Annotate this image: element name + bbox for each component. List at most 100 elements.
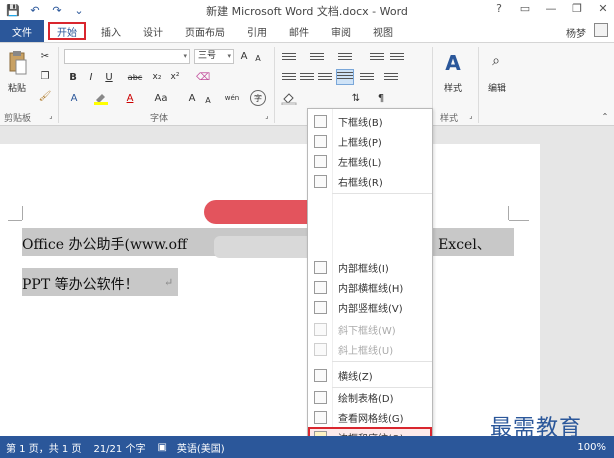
page-count[interactable]: 第 1 页，共 1 页 — [6, 440, 81, 455]
align-center-icon[interactable] — [300, 71, 314, 83]
strikethrough-button[interactable]: abc — [124, 70, 146, 84]
doc-line-2: PPT 等办公软件！ — [22, 277, 139, 293]
document-page[interactable]: Office 办公助手(www.off ord、Excel、 PPT 等办公软件… — [0, 144, 540, 436]
shrink-font-button[interactable]: A — [252, 51, 264, 65]
menu-inside-vertical[interactable]: 内部竖框线(V) — [308, 297, 432, 317]
inside-borders-icon — [314, 260, 327, 274]
shrink-font-button-2[interactable]: A — [202, 93, 214, 107]
line-spacing-icon[interactable] — [384, 71, 398, 83]
title-bar: 💾 ↶ ↷ ⌄ 新建 Microsoft Word 文档.docx - Word… — [0, 0, 614, 20]
highlight-icon[interactable] — [92, 91, 110, 105]
increase-indent-icon[interactable] — [390, 51, 404, 63]
redo-icon[interactable]: ↷ — [50, 3, 64, 17]
save-icon[interactable]: 💾 — [6, 3, 20, 17]
close-button[interactable]: ✕ — [596, 2, 610, 15]
enclose-char-button[interactable]: 字 — [250, 90, 266, 106]
editing-button[interactable]: 编辑 — [484, 81, 510, 94]
styles-group-label: 样式 — [440, 114, 459, 124]
clipboard-launcher-icon[interactable]: ⌟ — [46, 111, 56, 121]
font-size-select[interactable]: 三号 ▾ — [194, 49, 234, 64]
sort-icon[interactable]: ⇅ — [346, 90, 366, 106]
menu-item-label: 绘制表格(D) — [338, 393, 394, 405]
font-color-button[interactable]: A — [122, 91, 138, 105]
paragraph-mark: ↵ — [164, 276, 174, 289]
styles-gallery-icon[interactable]: A — [442, 49, 464, 77]
tab-review[interactable]: 审阅 — [320, 20, 362, 42]
subscript-button[interactable]: x₂ — [150, 70, 164, 84]
clear-format-icon[interactable]: ⌫ — [196, 70, 210, 84]
menu-horizontal-line[interactable]: 横线(Z) — [308, 365, 432, 385]
help-button[interactable]: ? — [492, 2, 506, 15]
menu-inside-borders[interactable]: 内部框线(I) — [308, 257, 432, 277]
menu-view-gridlines[interactable]: 查看网格线(G) — [308, 407, 432, 427]
inside-vertical-icon — [314, 300, 327, 314]
bullets-icon[interactable] — [282, 51, 296, 63]
menu-item-label: 内部框线(I) — [338, 263, 389, 275]
styles-launcher-icon[interactable]: ⌟ — [466, 111, 476, 121]
align-left-icon[interactable] — [282, 71, 296, 83]
superscript-button[interactable]: x² — [168, 70, 182, 84]
language-status[interactable]: 英语(美国) — [177, 440, 225, 455]
binoculars-icon[interactable]: ⌕ — [486, 51, 506, 71]
change-case-button[interactable]: Aa — [150, 91, 172, 105]
menu-top-border[interactable]: 上框线(P) — [308, 131, 432, 151]
zoom-level[interactable]: 100% — [577, 442, 606, 453]
bold-button[interactable]: B — [66, 70, 80, 84]
minimize-button[interactable]: — — [544, 2, 558, 15]
tab-view[interactable]: 视图 — [362, 20, 404, 42]
underline-button[interactable]: U — [102, 70, 116, 84]
ribbon-tabs: 文件 开始 插入 设计 页面布局 引用 邮件 审阅 视图 杨梦 — [0, 20, 614, 42]
grow-font-button-2[interactable]: A — [186, 91, 198, 105]
italic-button[interactable]: I — [84, 70, 98, 84]
restore-button[interactable]: ❐ — [570, 2, 584, 15]
word-count[interactable]: 21/21 个字 — [93, 440, 145, 455]
menu-item-label: 内部竖框线(V) — [338, 303, 403, 315]
shading-icon[interactable] — [280, 90, 298, 106]
phonetic-guide-button[interactable]: wén — [222, 91, 242, 105]
tab-layout[interactable]: 页面布局 — [174, 20, 236, 42]
undo-icon[interactable]: ↶ — [28, 3, 42, 17]
styles-button[interactable]: 样式 — [440, 81, 466, 94]
font-launcher-icon[interactable]: ⌟ — [262, 111, 272, 121]
tab-insert[interactable]: 插入 — [90, 20, 132, 42]
menu-left-border[interactable]: 左框线(L) — [308, 151, 432, 171]
decrease-indent-icon[interactable] — [370, 51, 384, 63]
copy-icon[interactable]: ❐ — [38, 69, 52, 83]
horizontal-line-icon — [314, 368, 327, 382]
format-painter-icon[interactable]: 🖌 — [38, 89, 52, 103]
grow-font-button[interactable]: A — [238, 49, 250, 63]
ribbon-display-button[interactable]: ▭ — [518, 2, 532, 15]
show-marks-icon[interactable]: ¶ — [374, 90, 388, 106]
menu-draw-table[interactable]: 绘制表格(D) — [308, 387, 432, 407]
tab-file[interactable]: 文件 — [0, 20, 44, 42]
numbering-icon[interactable] — [310, 51, 324, 63]
multilevel-list-icon[interactable] — [338, 51, 352, 63]
menu-bottom-border[interactable]: 下框线(B) — [308, 111, 432, 131]
draw-table-icon — [314, 390, 327, 404]
menu-right-border[interactable]: 右框线(R) — [308, 171, 432, 191]
paste-button[interactable]: 粘贴 — [4, 81, 30, 94]
proofing-icon[interactable]: ▣ — [157, 442, 166, 453]
align-right-icon[interactable] — [318, 71, 332, 83]
paste-icon[interactable] — [6, 49, 28, 77]
quick-access-toolbar: 💾 ↶ ↷ ⌄ — [0, 3, 86, 17]
tab-mailings[interactable]: 邮件 — [278, 20, 320, 42]
distributed-icon[interactable] — [360, 71, 374, 83]
avatar[interactable] — [594, 23, 608, 37]
cut-icon[interactable]: ✂ — [38, 49, 52, 63]
tab-home[interactable]: 开始 — [48, 22, 86, 40]
menu-diagonal-up: 斜上框线(U) — [308, 339, 432, 359]
tab-design[interactable]: 设计 — [132, 20, 174, 42]
collapse-ribbon-icon[interactable]: ⌃ — [600, 111, 610, 121]
font-name-select[interactable]: ▾ — [64, 49, 190, 64]
customize-qat-icon[interactable]: ⌄ — [72, 3, 86, 17]
menu-inside-horizontal[interactable]: 内部横框线(H) — [308, 277, 432, 297]
user-name[interactable]: 杨梦 — [566, 25, 586, 40]
justify-icon[interactable] — [336, 69, 354, 85]
window-controls: ? ▭ — ❐ ✕ — [492, 2, 610, 15]
tab-references[interactable]: 引用 — [236, 20, 278, 42]
watermark-logo: 最需教育 — [490, 416, 583, 441]
menu-item-label: 查看网格线(G) — [338, 413, 404, 425]
menu-item-label: 下框线(B) — [338, 117, 383, 129]
text-effects-button[interactable]: A — [66, 91, 82, 105]
